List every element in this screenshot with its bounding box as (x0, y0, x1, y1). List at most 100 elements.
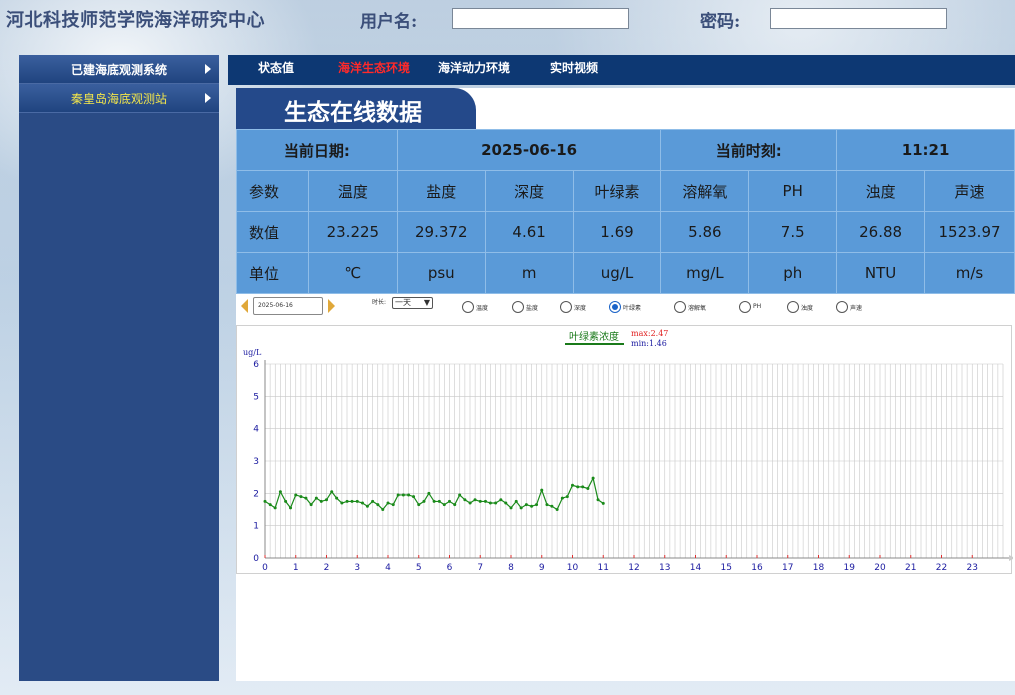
data-point (263, 499, 267, 503)
data-point (345, 499, 349, 503)
sidebar-item-qinhuangdao-station[interactable]: 秦皇岛海底观测站 (19, 84, 219, 113)
x-tick-label: 13 (659, 563, 670, 573)
x-tick-label: 2 (324, 563, 330, 573)
x-tick-label: 22 (936, 563, 947, 573)
data-point (319, 499, 323, 503)
x-tick-label: 6 (447, 563, 453, 573)
x-tick-label: 8 (508, 563, 514, 573)
data-point (365, 504, 369, 508)
x-tick-label: 16 (751, 563, 763, 573)
unit-cell: mg/L (660, 252, 750, 294)
data-point (571, 483, 574, 487)
param-cell: 溶解氧 (660, 170, 750, 212)
radio-7[interactable] (836, 301, 848, 313)
next-day-icon[interactable] (328, 299, 335, 313)
duration-value: 一天 (395, 298, 411, 307)
value-cell: 23.225 (307, 211, 398, 253)
prev-day-icon[interactable] (241, 299, 248, 313)
radio-label: 声速 (850, 305, 863, 312)
x-tick-label: 1 (293, 563, 299, 573)
data-point (289, 506, 293, 510)
unit-cell: m (484, 252, 574, 294)
data-point (535, 503, 539, 507)
x-tick-label: 18 (813, 563, 825, 573)
data-point (330, 490, 334, 494)
chart-area: 0 1 2 3 4 5 6 0 1 2 3 4 5 6 7 8 9 10 11 12 13 14 15 16 17 18 19 20 2… (236, 325, 1015, 574)
data-point (586, 486, 590, 490)
y-axis-label: ug/L (243, 348, 262, 357)
data-point (294, 493, 298, 497)
data-point (509, 506, 513, 510)
date-value: 2025-06-16 (396, 129, 662, 171)
param-cell: 温度 (307, 170, 398, 212)
data-point (560, 496, 564, 500)
data-point (519, 506, 523, 510)
value-cell: 5.86 (660, 211, 750, 253)
value-cell: 数值 (236, 211, 309, 253)
data-point (524, 503, 528, 507)
data-point (350, 499, 354, 503)
data-table: 当前日期: 2025-06-16 当前时刻: 11:21 参数 温度 盐度 深度 叶绿素… (236, 129, 1015, 294)
unit-cell: ug/L (572, 252, 662, 294)
data-point (340, 501, 344, 505)
y-tick-label: 6 (253, 360, 259, 370)
data-point (545, 503, 549, 507)
tab-dynamics[interactable]: 海洋动力环境 (438, 59, 510, 76)
x-tick-label: 23 (967, 563, 978, 573)
duration-label: 时长: (372, 299, 387, 306)
radio-1[interactable] (512, 301, 524, 313)
data-point (442, 503, 446, 507)
time-value: 11:21 (836, 129, 1015, 171)
value-cell: 26.88 (836, 211, 926, 253)
radio-0[interactable] (462, 301, 474, 313)
y-tick-label: 5 (253, 392, 259, 402)
radio-label: 深度 (574, 305, 587, 312)
tab-ecology[interactable]: 海洋生态环境 (338, 59, 410, 76)
duration-select[interactable]: 一天 (392, 297, 433, 309)
tab-video[interactable]: 实时视频 (550, 59, 598, 76)
top-nav: 状态值 海洋生态环境 海洋动力环境 实时视频 (228, 55, 1015, 85)
data-point (458, 493, 462, 497)
param-cell: 浊度 (836, 170, 926, 212)
radio-2[interactable] (560, 301, 572, 313)
tab-status[interactable]: 状态值 (258, 59, 294, 76)
chlorophyll-chart: 01234560 1 2 3 4 5 6 7 8 9 10 11 12 13 14 15 16 17 18 19 20 2… (243, 329, 1015, 573)
data-point (401, 493, 405, 497)
table-row: 当前日期: 2025-06-16 当前时刻: 11:21 (236, 129, 1015, 171)
data-point (427, 491, 431, 495)
data-point (499, 498, 503, 502)
sidebar-item-built-systems[interactable]: 已建海底观测系统 (19, 55, 219, 84)
data-point (448, 499, 451, 503)
data-point (432, 499, 436, 503)
data-point (504, 501, 508, 505)
data-point (355, 499, 359, 503)
date-input[interactable]: 2025-06-16 (253, 297, 323, 315)
radio-label: 浊度 (801, 305, 814, 312)
radio-6[interactable] (787, 301, 799, 313)
password-label: 密码: (700, 12, 741, 32)
data-point (437, 499, 441, 503)
data-point (278, 490, 282, 494)
radio-3[interactable] (609, 301, 621, 313)
username-label: 用户名: (360, 12, 418, 32)
y-tick-label: 2 (253, 489, 259, 499)
value-cell: 7.5 (748, 211, 838, 253)
data-point (422, 499, 426, 503)
sidebar-item-label: 已建海底观测系统 (70, 62, 167, 77)
y-tick-label: 3 (253, 457, 259, 467)
data-point (309, 503, 313, 507)
radio-4[interactable] (674, 301, 686, 313)
table-row: 数值 23.225 29.372 4.61 1.69 5.86 7.5 26.88 1523.9… (236, 211, 1015, 253)
data-point (468, 501, 472, 505)
data-point (473, 498, 477, 502)
section-header: 生态在线数据 (236, 88, 476, 129)
chevron-right-icon (205, 93, 211, 103)
data-point (299, 495, 303, 499)
username-input[interactable] (452, 8, 629, 29)
x-tick-label: 10 (567, 563, 579, 573)
password-input[interactable] (770, 8, 947, 29)
x-tick-label: 21 (905, 563, 916, 573)
radio-label: 盐度 (526, 305, 539, 312)
data-point (555, 508, 559, 511)
radio-5[interactable] (739, 301, 751, 313)
